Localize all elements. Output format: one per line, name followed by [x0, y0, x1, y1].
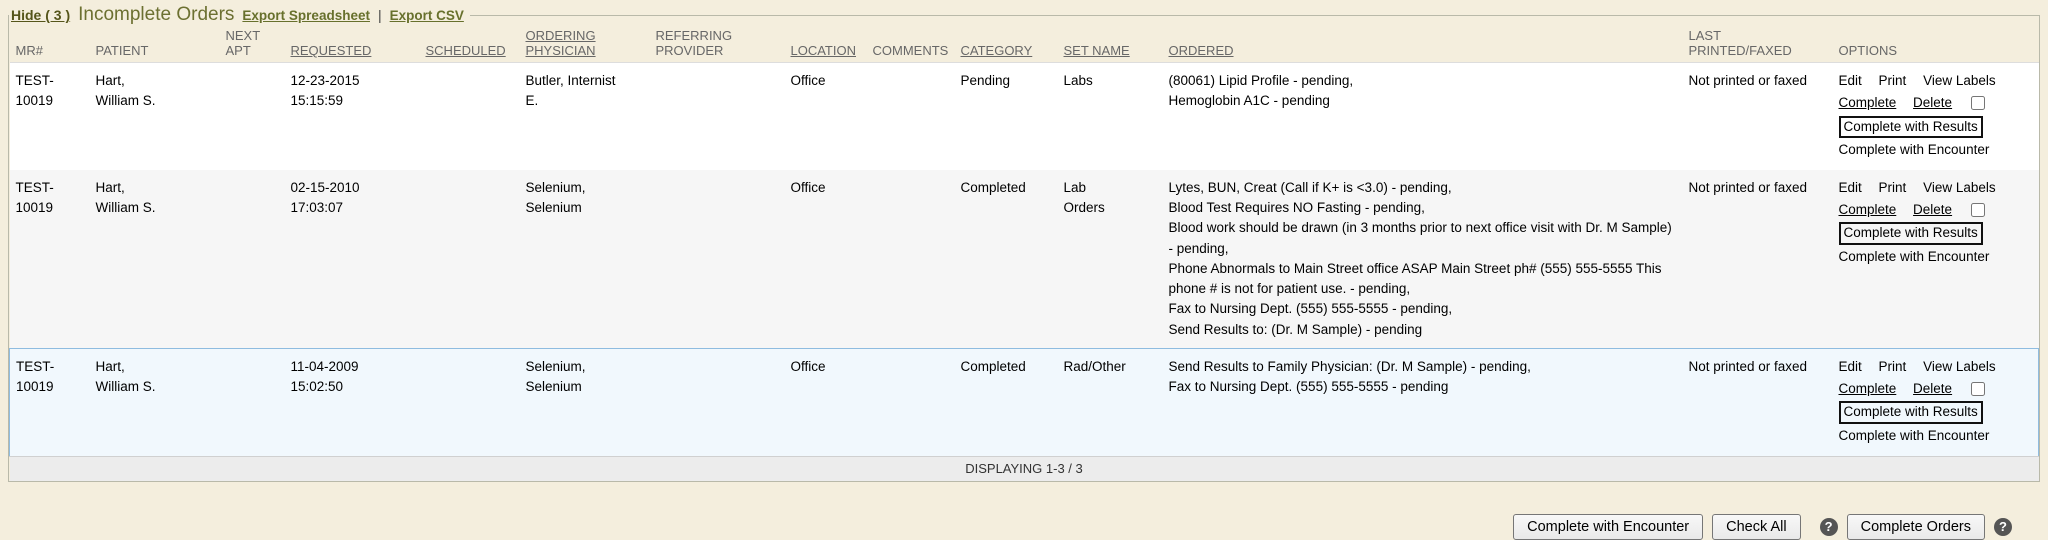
link-separator: | — [378, 7, 382, 23]
col-header-mr: MR# — [10, 26, 90, 63]
col-header-next-apt: NEXT APT — [220, 26, 285, 63]
row-checkbox[interactable] — [1971, 203, 1985, 217]
cell-last-printed: Not printed or faxed — [1683, 63, 1833, 170]
delete-link[interactable]: Delete — [1913, 202, 1952, 217]
delete-link[interactable]: Delete — [1913, 381, 1952, 396]
cell-mr: TEST-10019 — [10, 63, 90, 170]
cell-category: Completed — [955, 348, 1058, 456]
panel-legend: Hide ( 3 ) Incomplete Orders Export Spre… — [9, 4, 470, 26]
cell-referring-provider — [650, 63, 785, 170]
complete-with-encounter-button[interactable]: Complete with Encounter — [1513, 514, 1703, 540]
complete-with-encounter-link[interactable]: Complete with Encounter — [1839, 428, 1990, 443]
cell-category: Pending — [955, 63, 1058, 170]
col-header-requested[interactable]: REQUESTED — [285, 26, 420, 63]
cell-comments — [867, 170, 955, 349]
cell-mr: TEST-10019 — [10, 348, 90, 456]
complete-with-encounter-link[interactable]: Complete with Encounter — [1839, 249, 1990, 264]
cell-set-name: Lab Orders — [1058, 170, 1163, 349]
complete-with-results-link[interactable]: Complete with Results — [1839, 222, 1983, 244]
cell-last-printed: Not printed or faxed — [1683, 170, 1833, 349]
delete-link[interactable]: Delete — [1913, 95, 1952, 110]
cell-ordering-physician: Selenium, Selenium — [520, 170, 650, 349]
print-link[interactable]: Print — [1879, 180, 1907, 195]
cell-next-apt — [220, 348, 285, 456]
col-header-last-printed: LAST PRINTED/FAXED — [1683, 26, 1833, 63]
col-header-options: OPTIONS — [1833, 26, 2039, 63]
order-row: TEST-10019 Hart, William S. 02-15-2010 1… — [10, 170, 2039, 349]
col-header-category[interactable]: CATEGORY — [955, 26, 1058, 63]
col-header-comments: COMMENTS — [867, 26, 955, 63]
cell-requested: 12-23-2015 15:15:59 — [285, 63, 420, 170]
edit-link[interactable]: Edit — [1839, 180, 1862, 195]
cell-ordering-physician: Butler, Internist E. — [520, 63, 650, 170]
pagination-status: DISPLAYING 1-3 / 3 — [10, 456, 2039, 480]
cell-patient: Hart, William S. — [90, 170, 220, 349]
page-title: Incomplete Orders — [78, 4, 234, 26]
complete-with-results-link[interactable]: Complete with Results — [1839, 116, 1983, 138]
cell-set-name: Rad/Other — [1058, 348, 1163, 456]
hide-link[interactable]: Hide ( 3 ) — [11, 7, 70, 23]
cell-options: Edit Print View Labels Complete Delete C… — [1833, 348, 2039, 456]
col-header-scheduled[interactable]: SCHEDULED — [420, 26, 520, 63]
view-labels-link[interactable]: View Labels — [1923, 180, 1996, 195]
complete-link[interactable]: Complete — [1839, 202, 1897, 217]
complete-link[interactable]: Complete — [1839, 95, 1897, 110]
col-header-location[interactable]: LOCATION — [785, 26, 867, 63]
cell-ordering-physician: Selenium, Selenium — [520, 348, 650, 456]
cell-patient: Hart, William S. — [90, 348, 220, 456]
header-row: MR# PATIENT NEXT APT REQUESTED SCHEDULED… — [10, 26, 2039, 63]
edit-link[interactable]: Edit — [1839, 73, 1862, 88]
col-header-set-name[interactable]: SET NAME — [1058, 26, 1163, 63]
cell-ordered: Lytes, BUN, Creat (Call if K+ is <3.0) -… — [1163, 170, 1683, 349]
cell-location: Office — [785, 63, 867, 170]
cell-category: Completed — [955, 170, 1058, 349]
cell-next-apt — [220, 170, 285, 349]
cell-scheduled — [420, 170, 520, 349]
cell-requested: 11-04-2009 15:02:50 — [285, 348, 420, 456]
view-labels-link[interactable]: View Labels — [1923, 359, 1996, 374]
cell-options: Edit Print View Labels Complete Delete C… — [1833, 170, 2039, 349]
edit-link[interactable]: Edit — [1839, 359, 1862, 374]
cell-scheduled — [420, 348, 520, 456]
col-header-referring-provider: REFERRING PROVIDER — [650, 26, 785, 63]
cell-referring-provider — [650, 170, 785, 349]
cell-referring-provider — [650, 348, 785, 456]
cell-set-name: Labs — [1058, 63, 1163, 170]
complete-link[interactable]: Complete — [1839, 381, 1897, 396]
cell-last-printed: Not printed or faxed — [1683, 348, 1833, 456]
col-header-ordering-physician[interactable]: ORDERING PHYSICIAN — [520, 26, 650, 63]
complete-with-encounter-link[interactable]: Complete with Encounter — [1839, 142, 1990, 157]
cell-requested: 02-15-2010 17:03:07 — [285, 170, 420, 349]
cell-comments — [867, 348, 955, 456]
export-spreadsheet-link[interactable]: Export Spreadsheet — [242, 8, 370, 23]
row-checkbox[interactable] — [1971, 382, 1985, 396]
complete-with-results-link[interactable]: Complete with Results — [1839, 401, 1983, 423]
bottom-action-bar: Complete with Encounter Check All ? Comp… — [0, 514, 2048, 540]
cell-mr: TEST-10019 — [10, 170, 90, 349]
col-header-patient: PATIENT — [90, 26, 220, 63]
cell-next-apt — [220, 63, 285, 170]
order-row-selected: TEST-10019 Hart, William S. 11-04-2009 1… — [10, 348, 2039, 456]
print-link[interactable]: Print — [1879, 359, 1907, 374]
cell-ordered: Send Results to Family Physician: (Dr. M… — [1163, 348, 1683, 456]
col-header-ordered[interactable]: ORDERED — [1163, 26, 1683, 63]
view-labels-link[interactable]: View Labels — [1923, 73, 1996, 88]
cell-ordered: (80061) Lipid Profile - pending, Hemoglo… — [1163, 63, 1683, 170]
pagination-row: DISPLAYING 1-3 / 3 — [10, 456, 2039, 480]
cell-comments — [867, 63, 955, 170]
export-csv-link[interactable]: Export CSV — [390, 8, 464, 23]
check-all-button[interactable]: Check All — [1712, 514, 1800, 540]
cell-scheduled — [420, 63, 520, 170]
print-link[interactable]: Print — [1879, 73, 1907, 88]
cell-patient: Hart, William S. — [90, 63, 220, 170]
complete-orders-button[interactable]: Complete Orders — [1847, 514, 1985, 540]
order-row: TEST-10019 Hart, William S. 12-23-2015 1… — [10, 63, 2039, 170]
cell-options: Edit Print View Labels Complete Delete C… — [1833, 63, 2039, 170]
incomplete-orders-table: MR# PATIENT NEXT APT REQUESTED SCHEDULED… — [9, 26, 2039, 481]
cell-location: Office — [785, 170, 867, 349]
cell-location: Office — [785, 348, 867, 456]
row-checkbox[interactable] — [1971, 96, 1985, 110]
incomplete-orders-panel: Hide ( 3 ) Incomplete Orders Export Spre… — [8, 4, 2040, 482]
